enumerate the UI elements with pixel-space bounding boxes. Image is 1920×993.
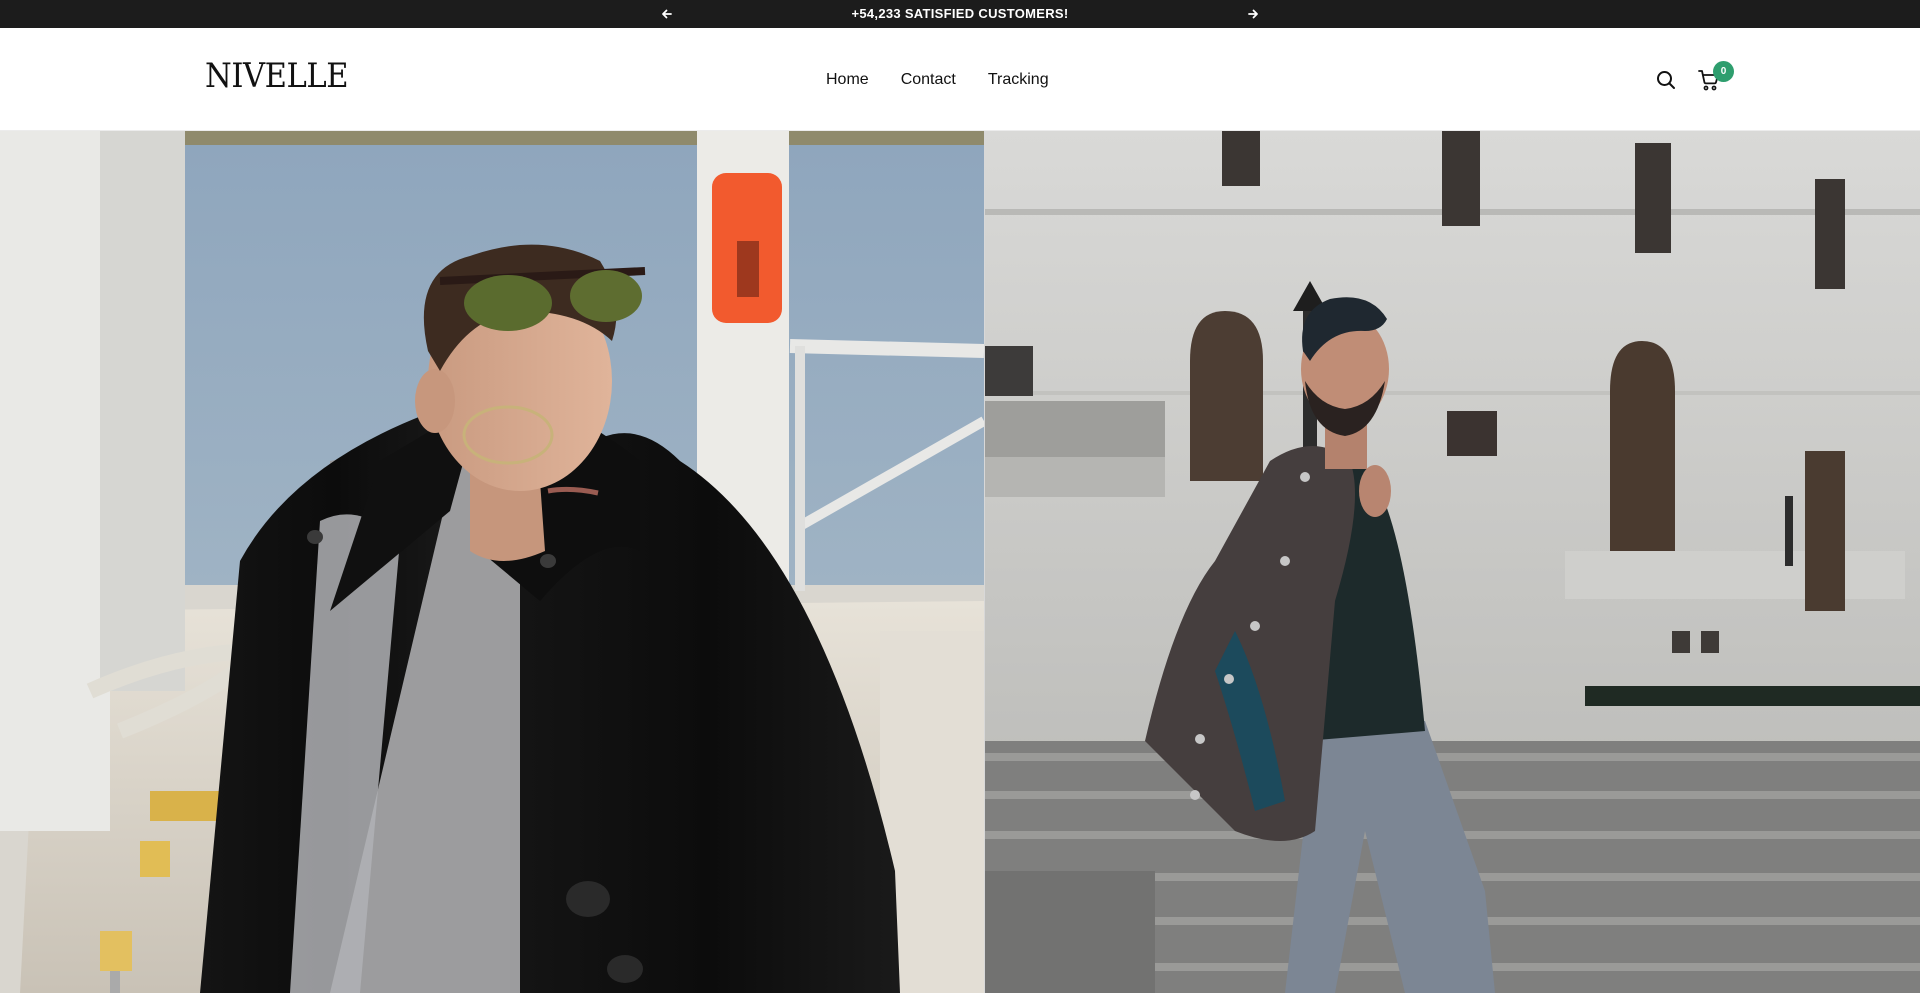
main-nav: Home Contact Tracking: [826, 68, 1049, 92]
hero-photo-man-pier: [0, 131, 984, 993]
hero-image-right[interactable]: [985, 131, 1920, 993]
nav-link-tracking[interactable]: Tracking: [988, 68, 1049, 92]
hero-image-left[interactable]: [0, 131, 984, 993]
nav-link-home[interactable]: Home: [826, 68, 869, 92]
site-logo[interactable]: NIVELLE: [205, 54, 349, 98]
announcement-message: +54,233 SATISFIED CUSTOMERS!: [851, 6, 1069, 21]
announcement-next-button[interactable]: [1239, 0, 1267, 28]
announcement-prev-button[interactable]: [653, 0, 681, 28]
arrow-left-icon: [662, 9, 672, 19]
nav-link-contact[interactable]: Contact: [901, 68, 956, 92]
site-header: NIVELLE Home Contact Tracking 0: [0, 28, 1920, 131]
hero-banner[interactable]: [0, 131, 1920, 993]
announcement-bar: +54,233 SATISFIED CUSTOMERS!: [0, 0, 1920, 28]
arrow-right-icon: [1248, 9, 1258, 19]
cart-count-badge: 0: [1713, 61, 1734, 82]
search-button[interactable]: [1650, 64, 1682, 96]
hero-photo-man-steps: [985, 131, 1920, 993]
search-icon: [1657, 71, 1675, 89]
